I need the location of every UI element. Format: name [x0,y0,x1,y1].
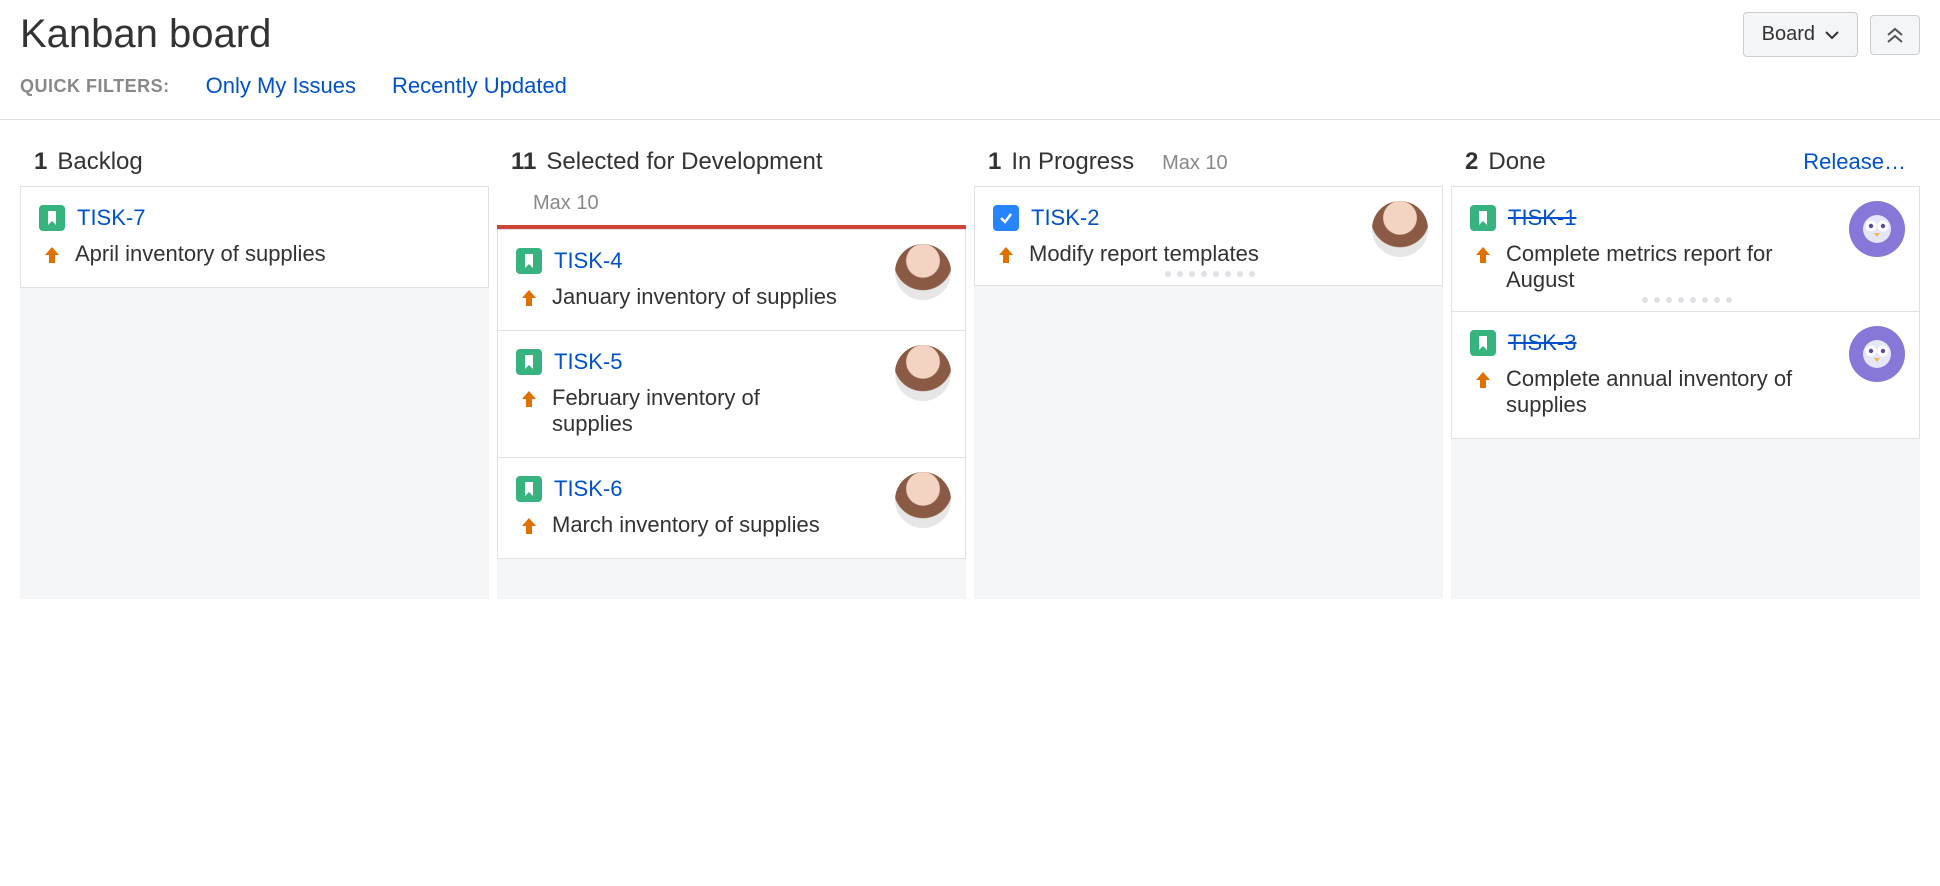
issue-key[interactable]: TISK-7 [77,205,145,231]
avatar[interactable] [895,345,951,401]
column-name: Done [1488,148,1545,176]
issue-summary: Complete metrics report for August [1506,241,1796,293]
story-icon [1470,330,1496,356]
board-dropdown[interactable]: Board [1743,12,1858,57]
priority-up-icon [518,385,540,409]
issue-key[interactable]: TISK-4 [554,248,622,274]
issue-card[interactable]: TISK-6 March inventory of supplies [497,457,966,559]
chevron-double-up-icon [1885,26,1905,44]
filter-recently-updated[interactable]: Recently Updated [392,73,567,99]
priority-up-icon [995,241,1017,265]
column: 2 Done Release… TISK-1 Complete metrics repo… [1451,138,1920,599]
column-name: Backlog [57,148,142,176]
column-count: 1 [34,148,47,176]
task-icon [993,205,1019,231]
priority-up-icon [1472,241,1494,265]
issue-card[interactable]: TISK-3 Complete annual inventory of suppl… [1451,311,1920,439]
issue-card[interactable]: TISK-1 Complete metrics report for August [1451,186,1920,312]
issue-card[interactable]: TISK-7 April inventory of supplies [20,186,489,288]
issue-key[interactable]: TISK-3 [1508,330,1576,356]
column-body[interactable]: TISK-4January inventory of suppliesTISK-… [497,225,966,599]
column-count: 2 [1465,148,1478,176]
priority-up-icon [518,512,540,536]
story-icon [516,248,542,274]
issue-summary: Complete annual inventory of supplies [1506,366,1796,418]
issue-summary: January inventory of supplies [552,284,837,310]
board-dropdown-label: Board [1762,23,1815,46]
column-header: 11 Selected for Development [497,138,966,186]
issue-key[interactable]: TISK-2 [1031,205,1099,231]
card-dots [993,267,1426,277]
column-max-sub: Max 10 [497,186,966,225]
story-icon [39,205,65,231]
column: 1 In Progress Max 10 TISK-2 Modify report te… [974,138,1451,599]
column-max: Max 10 [1162,152,1228,175]
page-title: Kanban board [20,12,271,57]
column-count: 1 [988,148,1001,176]
filter-only-my-issues[interactable]: Only My Issues [206,73,356,99]
avatar[interactable] [1849,326,1905,382]
avatar[interactable] [895,244,951,300]
priority-up-icon [1472,366,1494,390]
quick-filters-label: QUICK FILTERS: [20,76,170,97]
issue-key[interactable]: TISK-1 [1508,205,1576,231]
story-icon [516,476,542,502]
column: 11 Selected for Development Max 10 TISK-4 Ja… [497,138,974,599]
column-name: In Progress [1011,148,1134,176]
column-header: 1 In Progress Max 10 [974,138,1443,186]
issue-summary: March inventory of supplies [552,512,820,538]
issue-key[interactable]: TISK-6 [554,476,622,502]
column-header: 2 Done Release… [1451,138,1920,186]
column-body[interactable]: TISK-2 Modify report templates [974,186,1443,599]
collapse-button[interactable] [1870,15,1920,55]
issue-key[interactable]: TISK-5 [554,349,622,375]
column-body[interactable]: TISK-7 April inventory of supplies [20,186,489,599]
column-header: 1 Backlog [20,138,489,186]
avatar[interactable] [1372,201,1428,257]
issue-card[interactable]: TISK-5 February inventory of supplies [497,330,966,458]
issue-summary: February inventory of supplies [552,385,842,437]
priority-up-icon [41,241,63,265]
issue-card[interactable]: TISK-2 Modify report templates [974,186,1443,286]
avatar[interactable] [1849,201,1905,257]
issue-summary: Modify report templates [1029,241,1259,267]
chevron-down-icon [1825,30,1839,40]
issue-summary: April inventory of supplies [75,241,326,267]
card-dots [1470,293,1903,303]
avatar[interactable] [895,472,951,528]
priority-up-icon [518,284,540,308]
column-name: Selected for Development [546,148,822,176]
column-count: 11 [511,148,536,176]
release-link[interactable]: Release… [1803,149,1906,175]
column-body[interactable]: TISK-1 Complete metrics report for August… [1451,186,1920,599]
issue-card[interactable]: TISK-4 January inventory of supplies [497,229,966,331]
column: 1 Backlog TISK-7 April inventory of supplie… [20,138,497,599]
story-icon [1470,205,1496,231]
story-icon [516,349,542,375]
